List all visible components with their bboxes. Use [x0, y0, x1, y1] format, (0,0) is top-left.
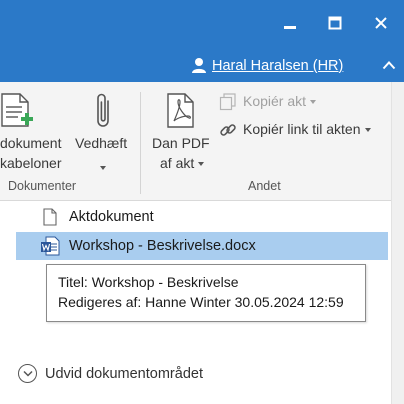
close-button[interactable]	[366, 8, 396, 38]
tooltip-title: Titel: Workshop - Beskrivelse	[58, 274, 239, 290]
create-pdf-label-2: af akt	[160, 155, 205, 171]
word-doc-icon	[40, 235, 60, 257]
minimize-button[interactable]	[275, 8, 305, 38]
attach-label: Vedhæft	[75, 135, 128, 151]
document-template-icon	[1, 93, 33, 127]
maximize-button[interactable]	[320, 8, 350, 38]
ribbon-scroll-strip	[391, 82, 404, 404]
tooltip-editor: Redigeres af: Hanne Winter 30.05.2024 12…	[58, 294, 344, 310]
maximize-icon	[328, 16, 342, 30]
title-bar: Haral Haralsen (HR)	[0, 0, 404, 82]
paperclip-icon	[97, 93, 109, 127]
link-icon	[220, 124, 236, 136]
chevron-up-icon	[382, 61, 396, 70]
minimize-icon	[284, 26, 296, 29]
copy-act-label: Kopiér akt	[243, 93, 317, 109]
user-account-link[interactable]: Haral Haralsen (HR)	[191, 57, 343, 74]
collapse-ribbon-button[interactable]	[376, 52, 402, 78]
attach-dropdown-caret	[100, 159, 106, 177]
user-name: Haral Haralsen (HR)	[212, 57, 344, 74]
copy-act-dropdown-caret	[310, 100, 317, 105]
copy-link-label: Kopiér link til akten	[243, 121, 371, 137]
copy-link-dropdown-caret	[364, 128, 371, 133]
copy-link-button[interactable]: Kopiér link til akten	[219, 120, 387, 140]
list-item-aktdokument[interactable]: Aktdokument	[16, 203, 388, 231]
attach-button[interactable]: Vedhæft	[72, 88, 134, 174]
file-name: Aktdokument	[69, 209, 154, 225]
copy-act-button[interactable]: Kopiér akt	[219, 92, 339, 112]
create-pdf-button[interactable]: Dan PDF af akt	[148, 88, 214, 174]
document-templates-label-1: dokument	[0, 135, 62, 151]
create-pdf-dropdown-caret	[198, 162, 205, 167]
list-item-workshop-beskrivelse[interactable]: Workshop - Beskrivelse.docx	[16, 232, 388, 260]
user-icon	[192, 58, 206, 73]
expand-document-area-label: Udvid dokumentområdet	[45, 365, 203, 382]
pdf-icon	[167, 93, 194, 128]
group-label-andet: Andet	[248, 179, 281, 193]
file-tooltip: Titel: Workshop - Beskrivelse Redigeres …	[46, 264, 366, 322]
group-label-dokumenter: Dokumenter	[8, 179, 77, 193]
create-pdf-label-1: Dan PDF	[152, 135, 210, 151]
close-icon	[375, 17, 387, 29]
expand-document-area-button[interactable]: Udvid dokumentområdet	[18, 364, 203, 383]
document-icon	[40, 206, 60, 228]
chevron-down-circle-icon	[18, 364, 37, 383]
file-name: Workshop - Beskrivelse.docx	[69, 238, 256, 254]
document-templates-label-2: kabeloner	[0, 155, 62, 171]
ribbon-group-divider	[140, 92, 141, 194]
copy-icon	[219, 93, 236, 111]
document-templates-button[interactable]: dokument kabeloner	[0, 88, 66, 174]
